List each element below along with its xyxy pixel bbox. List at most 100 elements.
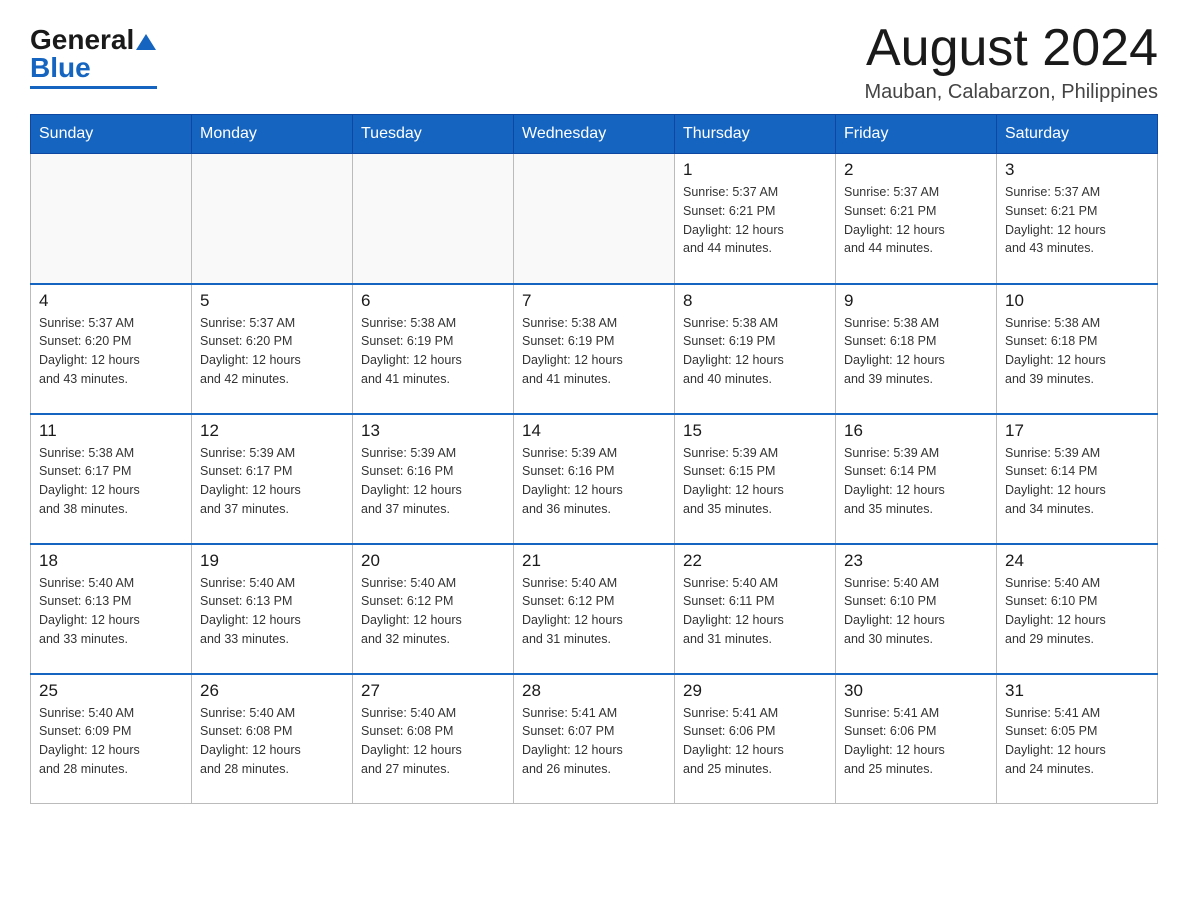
day-number: 6	[361, 291, 505, 311]
day-info: Sunrise: 5:38 AMSunset: 6:19 PMDaylight:…	[361, 314, 505, 389]
calendar-week-row: 18 Sunrise: 5:40 AMSunset: 6:13 PMDayligh…	[31, 544, 1158, 674]
day-number: 26	[200, 681, 344, 701]
day-number: 4	[39, 291, 183, 311]
logo-blue-text: Blue	[30, 52, 91, 83]
calendar-cell: 27Sunrise: 5:40 AMSunset: 6:08 PMDayligh…	[353, 674, 514, 804]
calendar-cell: 17 Sunrise: 5:39 AMSunset: 6:14 PMDayligh…	[997, 414, 1158, 544]
day-number: 24	[1005, 551, 1149, 571]
calendar-cell: 9 Sunrise: 5:38 AMSunset: 6:18 PMDaylight…	[836, 284, 997, 414]
day-number: 19	[200, 551, 344, 571]
logo-underline	[30, 86, 157, 89]
day-info: Sunrise: 5:38 AMSunset: 6:18 PMDaylight:…	[1005, 314, 1149, 389]
calendar-cell: 7Sunrise: 5:38 AMSunset: 6:19 PMDaylight…	[514, 284, 675, 414]
day-info: Sunrise: 5:41 AMSunset: 6:06 PMDaylight:…	[844, 704, 988, 779]
day-info: Sunrise: 5:41 AMSunset: 6:05 PMDaylight:…	[1005, 704, 1149, 779]
day-info: Sunrise: 5:40 AMSunset: 6:10 PMDaylight:…	[844, 574, 988, 649]
calendar-week-row: 11 Sunrise: 5:38 AMSunset: 6:17 PMDayligh…	[31, 414, 1158, 544]
day-number: 9	[844, 291, 988, 311]
day-number: 27	[361, 681, 505, 701]
calendar-cell	[192, 154, 353, 284]
calendar-cell: 3 Sunrise: 5:37 AMSunset: 6:21 PMDaylight…	[997, 154, 1158, 284]
logo: General Blue	[30, 20, 157, 89]
day-info: Sunrise: 5:40 AMSunset: 6:11 PMDaylight:…	[683, 574, 827, 649]
calendar-header-thursday: Thursday	[675, 115, 836, 154]
calendar-cell	[31, 154, 192, 284]
calendar-cell	[353, 154, 514, 284]
day-number: 18	[39, 551, 183, 571]
day-number: 1	[683, 160, 827, 180]
day-number: 2	[844, 160, 988, 180]
day-number: 21	[522, 551, 666, 571]
calendar-week-row: 1 Sunrise: 5:37 AMSunset: 6:21 PMDaylight…	[31, 154, 1158, 284]
calendar-header-friday: Friday	[836, 115, 997, 154]
day-info: Sunrise: 5:39 AMSunset: 6:16 PMDaylight:…	[361, 444, 505, 519]
calendar-cell: 13 Sunrise: 5:39 AMSunset: 6:16 PMDayligh…	[353, 414, 514, 544]
calendar-cell: 16Sunrise: 5:39 AMSunset: 6:14 PMDayligh…	[836, 414, 997, 544]
calendar-week-row: 25Sunrise: 5:40 AMSunset: 6:09 PMDayligh…	[31, 674, 1158, 804]
calendar-header-sunday: Sunday	[31, 115, 192, 154]
calendar-cell: 12 Sunrise: 5:39 AMSunset: 6:17 PMDayligh…	[192, 414, 353, 544]
calendar-cell: 15 Sunrise: 5:39 AMSunset: 6:15 PMDayligh…	[675, 414, 836, 544]
month-title: August 2024	[864, 20, 1158, 77]
day-info: Sunrise: 5:41 AMSunset: 6:07 PMDaylight:…	[522, 704, 666, 779]
day-number: 16	[844, 421, 988, 441]
calendar-cell: 14 Sunrise: 5:39 AMSunset: 6:16 PMDayligh…	[514, 414, 675, 544]
day-number: 13	[361, 421, 505, 441]
calendar-cell: 28 Sunrise: 5:41 AMSunset: 6:07 PMDayligh…	[514, 674, 675, 804]
day-info: Sunrise: 5:41 AMSunset: 6:06 PMDaylight:…	[683, 704, 827, 779]
calendar-cell: 24 Sunrise: 5:40 AMSunset: 6:10 PMDayligh…	[997, 544, 1158, 674]
day-info: Sunrise: 5:38 AMSunset: 6:19 PMDaylight:…	[683, 314, 827, 389]
title-section: August 2024 Mauban, Calabarzon, Philippi…	[864, 20, 1158, 104]
day-info: Sunrise: 5:40 AMSunset: 6:13 PMDaylight:…	[39, 574, 183, 649]
day-info: Sunrise: 5:37 AMSunset: 6:21 PMDaylight:…	[683, 183, 827, 258]
day-info: Sunrise: 5:40 AMSunset: 6:13 PMDaylight:…	[200, 574, 344, 649]
day-number: 14	[522, 421, 666, 441]
calendar-cell: 11 Sunrise: 5:38 AMSunset: 6:17 PMDayligh…	[31, 414, 192, 544]
day-info: Sunrise: 5:37 AMSunset: 6:20 PMDaylight:…	[39, 314, 183, 389]
day-info: Sunrise: 5:38 AMSunset: 6:18 PMDaylight:…	[844, 314, 988, 389]
calendar-cell: 2 Sunrise: 5:37 AMSunset: 6:21 PMDaylight…	[836, 154, 997, 284]
day-number: 10	[1005, 291, 1149, 311]
day-number: 3	[1005, 160, 1149, 180]
calendar-cell: 5Sunrise: 5:37 AMSunset: 6:20 PMDaylight…	[192, 284, 353, 414]
calendar-header-monday: Monday	[192, 115, 353, 154]
day-info: Sunrise: 5:40 AMSunset: 6:10 PMDaylight:…	[1005, 574, 1149, 649]
calendar-cell: 29 Sunrise: 5:41 AMSunset: 6:06 PMDayligh…	[675, 674, 836, 804]
day-info: Sunrise: 5:37 AMSunset: 6:20 PMDaylight:…	[200, 314, 344, 389]
day-number: 22	[683, 551, 827, 571]
calendar-cell: 20Sunrise: 5:40 AMSunset: 6:12 PMDayligh…	[353, 544, 514, 674]
calendar-header-wednesday: Wednesday	[514, 115, 675, 154]
day-info: Sunrise: 5:39 AMSunset: 6:14 PMDaylight:…	[1005, 444, 1149, 519]
location-text: Mauban, Calabarzon, Philippines	[864, 81, 1158, 104]
day-info: Sunrise: 5:38 AMSunset: 6:17 PMDaylight:…	[39, 444, 183, 519]
calendar-cell: 19 Sunrise: 5:40 AMSunset: 6:13 PMDayligh…	[192, 544, 353, 674]
calendar-cell: 23Sunrise: 5:40 AMSunset: 6:10 PMDayligh…	[836, 544, 997, 674]
day-info: Sunrise: 5:37 AMSunset: 6:21 PMDaylight:…	[1005, 183, 1149, 258]
day-info: Sunrise: 5:39 AMSunset: 6:16 PMDaylight:…	[522, 444, 666, 519]
day-number: 15	[683, 421, 827, 441]
day-info: Sunrise: 5:40 AMSunset: 6:08 PMDaylight:…	[200, 704, 344, 779]
calendar-cell	[514, 154, 675, 284]
calendar-cell: 10 Sunrise: 5:38 AMSunset: 6:18 PMDayligh…	[997, 284, 1158, 414]
day-number: 28	[522, 681, 666, 701]
calendar-cell: 30 Sunrise: 5:41 AMSunset: 6:06 PMDayligh…	[836, 674, 997, 804]
day-number: 30	[844, 681, 988, 701]
calendar-cell: 21Sunrise: 5:40 AMSunset: 6:12 PMDayligh…	[514, 544, 675, 674]
day-info: Sunrise: 5:39 AMSunset: 6:15 PMDaylight:…	[683, 444, 827, 519]
day-number: 8	[683, 291, 827, 311]
day-info: Sunrise: 5:39 AMSunset: 6:17 PMDaylight:…	[200, 444, 344, 519]
day-number: 12	[200, 421, 344, 441]
calendar-cell: 31 Sunrise: 5:41 AMSunset: 6:05 PMDayligh…	[997, 674, 1158, 804]
day-number: 11	[39, 421, 183, 441]
calendar-cell: 4 Sunrise: 5:37 AMSunset: 6:20 PMDaylight…	[31, 284, 192, 414]
calendar-cell: 6 Sunrise: 5:38 AMSunset: 6:19 PMDaylight…	[353, 284, 514, 414]
day-number: 20	[361, 551, 505, 571]
day-number: 29	[683, 681, 827, 701]
calendar-cell: 22 Sunrise: 5:40 AMSunset: 6:11 PMDayligh…	[675, 544, 836, 674]
day-number: 31	[1005, 681, 1149, 701]
calendar-week-row: 4 Sunrise: 5:37 AMSunset: 6:20 PMDaylight…	[31, 284, 1158, 414]
calendar-cell: 1 Sunrise: 5:37 AMSunset: 6:21 PMDaylight…	[675, 154, 836, 284]
day-number: 17	[1005, 421, 1149, 441]
calendar-cell: 18 Sunrise: 5:40 AMSunset: 6:13 PMDayligh…	[31, 544, 192, 674]
day-info: Sunrise: 5:37 AMSunset: 6:21 PMDaylight:…	[844, 183, 988, 258]
